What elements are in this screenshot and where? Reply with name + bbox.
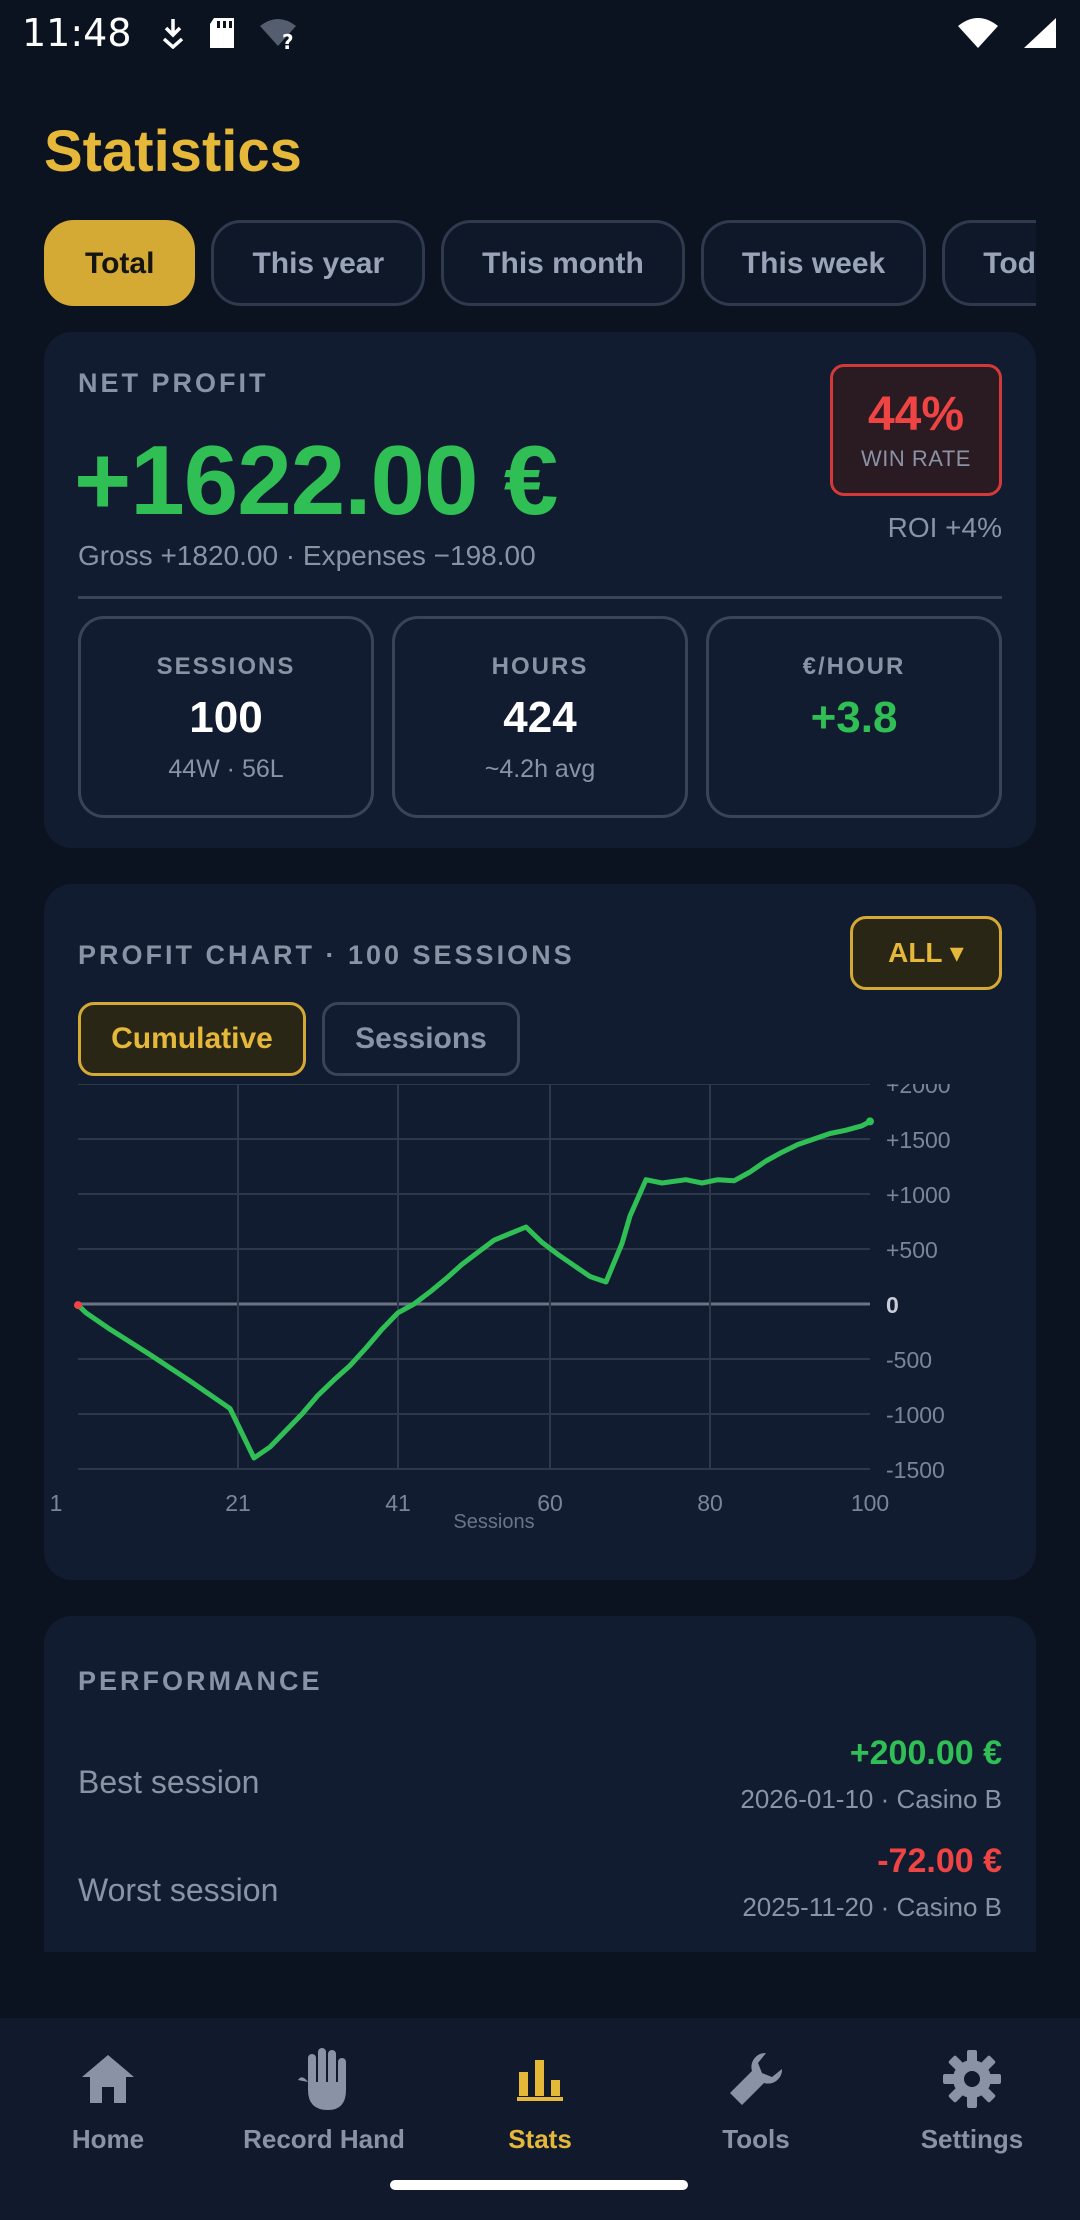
win-rate-value: 44% [867,388,965,441]
win-rate-label: WIN RATE [861,446,971,471]
nav-label: Settings [920,2124,1024,2154]
hours-stat: HOURS 424 ~4.2h avg [392,616,688,818]
x-tick-label: 80 [697,1490,723,1516]
hourly-rate-stat: €/HOUR +3.8 [706,616,1002,818]
x-tick-label: 60 [537,1490,563,1516]
y-tick-label: +500 [886,1237,938,1263]
period-tabs: TotalThis yearThis monthThis weekToday [44,220,1036,308]
y-tick-label: +1500 [886,1127,951,1153]
stat-sub: ~4.2h avg [484,755,596,783]
start-point [74,1301,82,1310]
profit-line [75,1118,873,1461]
worst-session-row[interactable]: Worst session -72.00 € 2025-11-20 · Casi… [78,1842,1002,1942]
summary-stats: SESSIONS 100 44W · 56L HOURS 424 ~4.2h a… [78,616,1002,818]
stat-sub: 44W · 56L [168,755,284,783]
nav-settings[interactable]: Settings [864,2018,1080,2220]
sessions-stat: SESSIONS 100 44W · 56L [78,616,374,818]
x-tick-label: 100 [851,1490,889,1516]
y-tick-label: -1000 [886,1402,945,1428]
divider [78,596,1002,599]
net-profit-value: +1622.00 € [74,425,558,535]
status-bar: 11:48 ? [0,0,1080,66]
x-tick-label: 21 [225,1490,251,1516]
cumulative-toggle[interactable]: Cumulative [78,1002,306,1076]
profit-chart: +2000 +1500 +1000 +500 0 -500 -1000 -1500 1 21 41 6… [50,1084,951,1533]
tab-this-year[interactable]: This year [211,220,426,306]
stat-label: €/HOUR [802,653,906,680]
net-profit-label: NET PROFIT [78,368,269,398]
y-tick-label: +2000 [886,1084,951,1098]
row-label: Best session [78,1764,260,1800]
performance-card: PERFORMANCE Best session +200.00 € 2026-… [44,1616,1036,1952]
nav-home[interactable]: Home [0,2018,216,2220]
download-status-icon [162,19,183,49]
hand-icon [298,2048,346,2110]
performance-label: PERFORMANCE [78,1666,323,1696]
tab-today[interactable]: Today [942,220,1036,306]
net-profit-breakdown: Gross +1820.00 · Expenses −198.00 [78,540,536,571]
nav-label: Record Hand [243,2124,405,2154]
nav-label: Stats [508,2124,572,2154]
sd-card-icon [209,18,234,48]
stat-value: 424 [503,693,577,742]
end-point [866,1117,874,1126]
svg-text:?: ? [282,30,294,50]
row-label: Worst session [78,1872,279,1908]
stat-value: 100 [189,693,263,742]
y-tick-label: +1000 [886,1182,951,1208]
row-value: -72.00 € [877,1842,1002,1880]
x-tick-label: 41 [385,1490,411,1516]
page-title: Statistics [44,119,302,184]
signal-icon [1024,18,1056,48]
gear-icon [943,2050,1001,2108]
row-value: +200.00 € [849,1734,1002,1772]
x-axis-label: Sessions [453,1511,534,1533]
best-session-row[interactable]: Best session +200.00 € 2026-01-10 · Casi… [78,1734,1002,1834]
bar-chart-icon [517,2060,563,2101]
home-indicator [390,2180,688,2190]
win-rate-badge: 44% WIN RATE [830,364,1002,496]
profit-chart-card: PROFIT CHART · 100 SESSIONS ALL ▾ Cumula… [44,884,1036,1580]
nav-label: Tools [722,2124,790,2154]
stat-label: SESSIONS [156,653,296,680]
nav-label: Home [71,2124,145,2154]
roi-value: ROI +4% [887,512,1002,543]
y-tick-label: 0 [886,1292,899,1318]
y-tick-label: -1500 [886,1457,945,1483]
wifi-unknown-icon: ? [259,19,296,50]
tab-this-month[interactable]: This month [441,220,685,306]
stat-label: HOURS [491,653,589,680]
x-tick-label: 1 [50,1490,63,1516]
range-filter-dropdown[interactable]: ALL ▾ [850,916,1002,990]
stat-value: +3.8 [810,693,898,742]
row-meta: 2025-11-20 · Casino B [742,1892,1002,1922]
wifi-icon [958,18,998,48]
tab-total[interactable]: Total [44,220,196,306]
profit-chart-label: PROFIT CHART · 100 SESSIONS [78,940,575,970]
wrench-icon [730,2052,783,2105]
status-time: 11:48 [22,11,132,55]
net-profit-card: NET PROFIT +1622.00 € Gross +1820.00 · E… [44,332,1036,848]
y-tick-label: -500 [886,1347,932,1373]
row-meta: 2026-01-10 · Casino B [740,1784,1002,1814]
sessions-toggle[interactable]: Sessions [322,1002,520,1076]
tab-this-week[interactable]: This week [700,220,927,306]
home-icon [82,2055,134,2103]
